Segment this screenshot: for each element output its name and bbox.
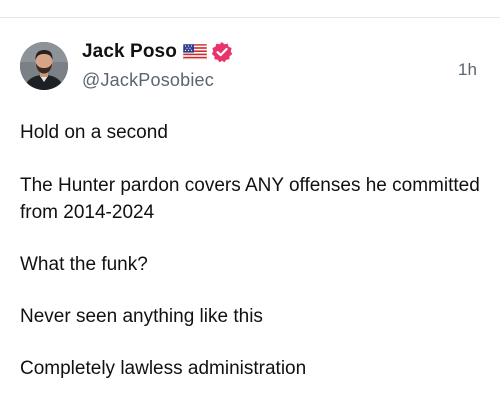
post-paragraph: Never seen anything like this: [20, 306, 263, 327]
author-handle[interactable]: @JackPosobiec: [82, 70, 233, 91]
name-row: Jack Poso: [82, 39, 233, 65]
post-timestamp[interactable]: 1h: [458, 60, 477, 80]
avatar[interactable]: [20, 42, 68, 90]
author-display-name[interactable]: Jack Poso: [82, 41, 177, 63]
post-paragraph: What the funk?: [20, 254, 148, 275]
us-flag-icon: [182, 43, 208, 61]
verified-badge-icon: [211, 41, 233, 63]
post-header: Jack Poso @JackPosobiec: [82, 39, 233, 91]
post-body: Hold on a second The Hunter pardon cover…: [20, 119, 480, 407]
post-paragraph: Hold on a second: [20, 122, 168, 143]
post-paragraph: The Hunter pardon covers ANY offenses he…: [20, 175, 480, 223]
post-card[interactable]: Jack Poso @JackPosobiec 1h Hold on a sec…: [0, 18, 500, 415]
post-paragraph: Completely lawless administration: [20, 358, 307, 379]
page: Jack Poso @JackPosobiec 1h Hold on a sec…: [0, 0, 500, 415]
